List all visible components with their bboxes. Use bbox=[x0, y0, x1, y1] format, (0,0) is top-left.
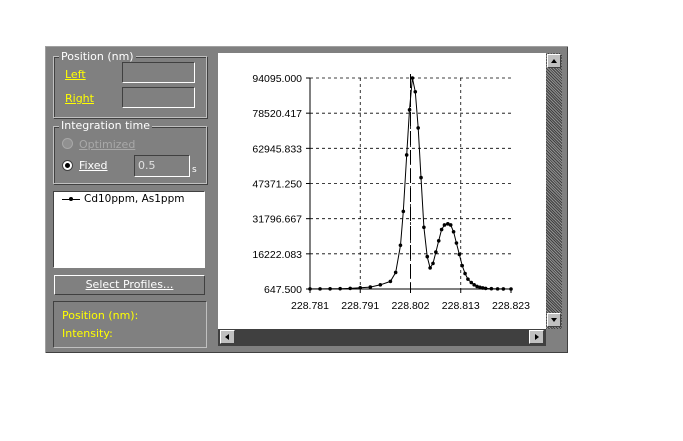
data-point bbox=[434, 250, 438, 254]
x-tick-label: 228.802 bbox=[392, 300, 430, 312]
seconds-unit-label: s bbox=[192, 165, 197, 175]
arrow-down-icon bbox=[551, 318, 557, 322]
data-point bbox=[348, 286, 352, 291]
data-point bbox=[436, 238, 441, 243]
data-point bbox=[388, 279, 393, 284]
radio-selected-dot bbox=[65, 163, 70, 168]
data-point bbox=[439, 227, 444, 232]
scroll-right-button[interactable] bbox=[529, 330, 544, 344]
data-point bbox=[442, 223, 447, 227]
scroll-left-button[interactable] bbox=[220, 330, 235, 344]
x-tick-label: 228.791 bbox=[341, 300, 379, 312]
data-point bbox=[308, 287, 312, 291]
data-point bbox=[460, 263, 464, 268]
data-point bbox=[454, 241, 459, 245]
data-point bbox=[495, 287, 500, 291]
x-tick-label: 228.813 bbox=[442, 300, 480, 312]
y-tick-label: 94095.000 bbox=[252, 73, 302, 85]
vertical-scrollbar[interactable] bbox=[546, 53, 562, 329]
position-readout-label: Position (nm): bbox=[62, 309, 139, 322]
plot-area[interactable]: 228.781 228.791 228.802 228.813 228.823 647.5… bbox=[218, 53, 546, 329]
y-tick-label: 647.500 bbox=[264, 284, 302, 296]
data-point bbox=[428, 266, 432, 270]
data-point bbox=[318, 287, 322, 291]
data-point bbox=[410, 76, 415, 80]
right-position-field[interactable] bbox=[122, 87, 195, 108]
x-tick-label: 228.823 bbox=[492, 300, 530, 312]
y-tick-label: 31796.667 bbox=[252, 214, 302, 226]
optimized-label: Optimized bbox=[79, 138, 136, 151]
data-point bbox=[419, 175, 423, 180]
data-point bbox=[368, 285, 373, 289]
data-point bbox=[457, 252, 462, 257]
x-tick-label: 228.781 bbox=[291, 300, 329, 312]
y-tick-label: 47371.250 bbox=[252, 179, 302, 191]
y-tick-label: 16222.083 bbox=[252, 249, 302, 261]
fixed-radio[interactable] bbox=[62, 160, 73, 171]
data-point bbox=[469, 280, 474, 285]
data-point bbox=[463, 271, 467, 276]
data-point bbox=[404, 153, 409, 157]
data-point bbox=[328, 286, 332, 291]
optimized-radio[interactable] bbox=[62, 138, 73, 149]
data-point bbox=[413, 89, 418, 94]
data-point bbox=[466, 277, 470, 281]
fixed-label: Fixed bbox=[79, 159, 108, 172]
legend-item-label: Cd10ppm, As1ppm bbox=[84, 193, 185, 205]
left-label: Left bbox=[65, 68, 86, 81]
legend-box[interactable]: Cd10ppm, As1ppm bbox=[53, 191, 205, 268]
left-position-field[interactable] bbox=[122, 62, 195, 83]
data-point bbox=[489, 286, 494, 291]
spectrum-window: Position (nm) Left Right Integration tim… bbox=[45, 46, 568, 353]
fixed-time-input[interactable]: 0.5 bbox=[134, 155, 190, 177]
intensity-readout-label: Intensity: bbox=[62, 327, 113, 340]
data-point bbox=[509, 287, 513, 291]
data-point bbox=[416, 126, 420, 130]
data-point bbox=[451, 229, 456, 234]
data-point bbox=[407, 108, 412, 112]
data-point bbox=[358, 285, 363, 290]
y-tick-label: 78520.417 bbox=[252, 108, 302, 120]
data-point bbox=[398, 243, 403, 248]
data-point bbox=[501, 287, 506, 291]
y-tick-label: 62945.833 bbox=[252, 143, 302, 155]
data-point bbox=[401, 209, 406, 214]
data-point bbox=[483, 286, 488, 291]
readout-panel: Position (nm): Intensity: bbox=[53, 301, 207, 348]
arrow-right-icon bbox=[535, 334, 539, 340]
arrow-up-icon bbox=[551, 59, 557, 63]
scroll-down-button[interactable] bbox=[547, 313, 561, 327]
horizontal-scrollbar[interactable] bbox=[218, 329, 546, 346]
right-label: Right bbox=[65, 92, 94, 105]
data-point bbox=[378, 283, 383, 287]
scroll-up-button[interactable] bbox=[547, 54, 561, 68]
data-point bbox=[422, 225, 426, 230]
line-with-dot-marker-icon bbox=[62, 197, 80, 201]
data-point bbox=[393, 270, 398, 275]
integration-group-title: Integration time bbox=[59, 119, 152, 132]
data-point bbox=[338, 286, 342, 291]
data-point bbox=[425, 254, 430, 259]
arrow-left-icon bbox=[225, 334, 229, 340]
spectrum-chart: 228.781 228.791 228.802 228.813 228.823 647.5… bbox=[252, 73, 530, 312]
data-point bbox=[448, 223, 453, 227]
data-point bbox=[431, 261, 435, 266]
select-profiles-button[interactable]: Select Profiles... bbox=[54, 275, 205, 295]
